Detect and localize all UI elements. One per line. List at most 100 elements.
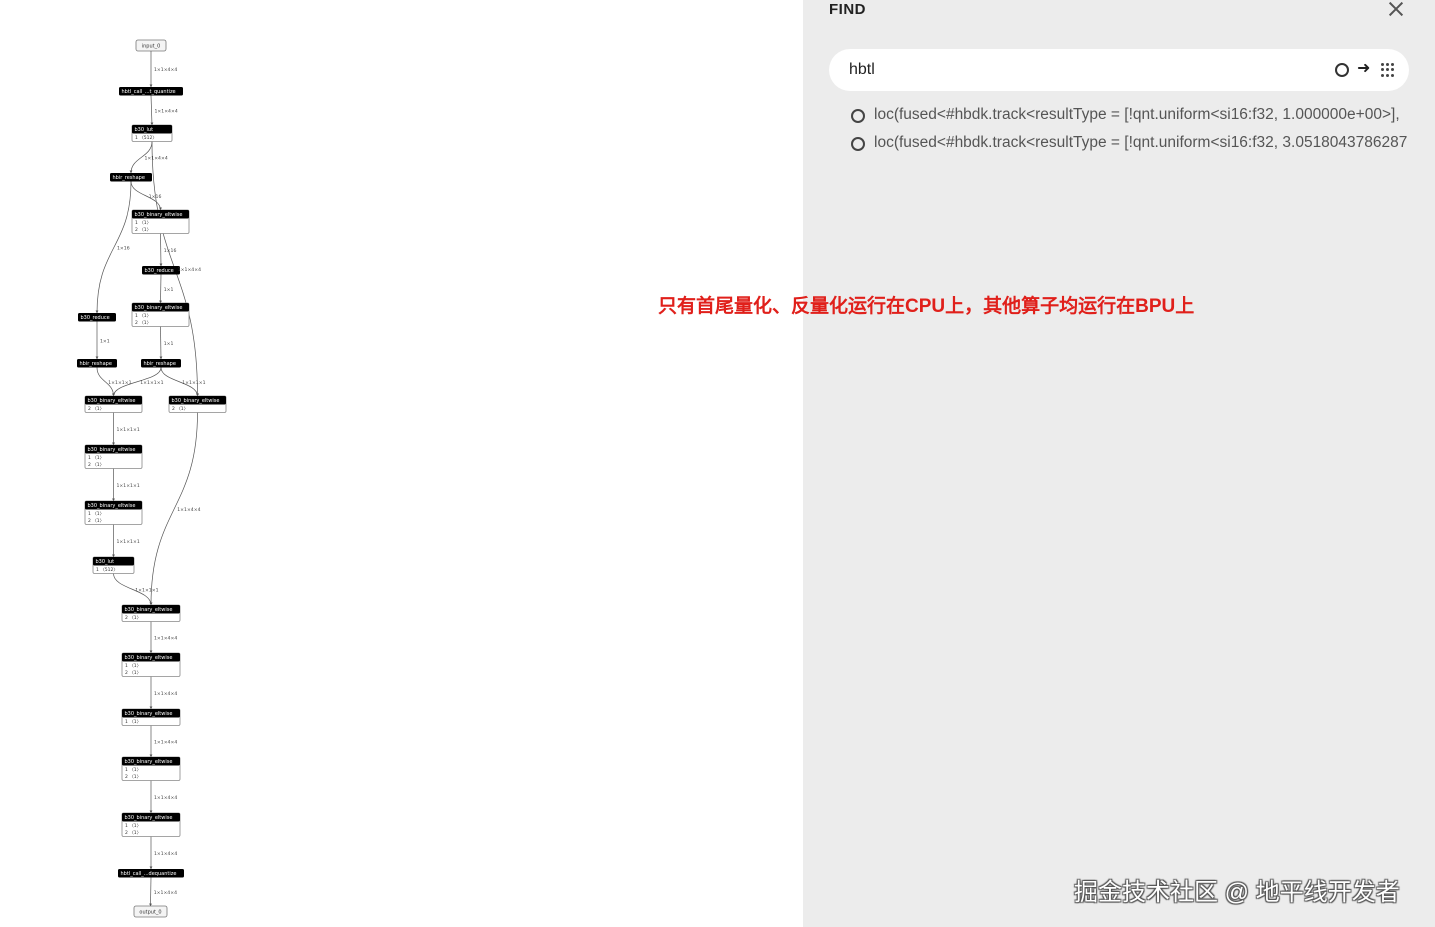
graph-node[interactable]: b30_binary_eltwise 2 〈1〉 bbox=[168, 395, 227, 413]
node-attribute: 2 〈1〉 bbox=[125, 670, 141, 676]
arrow-right-icon[interactable]: ➜ bbox=[1357, 58, 1370, 80]
graph-node[interactable]: hbtl_call_...t_quantize bbox=[119, 87, 183, 96]
graph-node[interactable]: b30_binary_eltwise 1 〈1〉2 〈1〉 bbox=[121, 652, 181, 677]
graph-edge bbox=[159, 326, 163, 360]
edge-shape-label: 1×1×1×1 bbox=[117, 483, 140, 489]
edge-shape-label: 1×16 bbox=[117, 245, 130, 251]
node-title: input_0 bbox=[142, 44, 161, 50]
node-title: b30_binary_eltwise bbox=[88, 398, 136, 404]
node-attribute: 1 〈1〉 bbox=[125, 663, 141, 669]
node-attribute: 2 〈1〉 bbox=[172, 406, 188, 412]
graph-node[interactable]: b30_reduce bbox=[78, 313, 116, 322]
edge-shape-label: 1×1×4×4 bbox=[178, 267, 201, 273]
search-result-item[interactable]: loc(fused<#hbdk.track<resultType = [!qnt… bbox=[850, 104, 1435, 132]
search-result-text: loc(fused<#hbdk.track<resultType = [!qnt… bbox=[874, 106, 1400, 123]
edge-shape-label: 1×1×1×1 bbox=[182, 380, 205, 386]
graph-node[interactable]: b30_lut 1 〈512〉 bbox=[131, 124, 173, 142]
find-panel-title: FIND bbox=[829, 1, 866, 18]
graph-node[interactable]: b30_binary_eltwise 1 〈1〉2 〈1〉 bbox=[84, 500, 143, 525]
edge-shape-label: 1×1×4×4 bbox=[145, 155, 168, 161]
edge-shape-label: 1×1×4×4 bbox=[154, 739, 177, 745]
search-input[interactable] bbox=[849, 58, 1289, 82]
edge-shape-label: 1×16 bbox=[164, 248, 177, 254]
node-title: b30_binary_eltwise bbox=[125, 815, 173, 821]
node-attribute: 1 〈1〉 bbox=[135, 220, 151, 226]
edge-shape-label: 1×1×4×4 bbox=[155, 108, 178, 114]
node-title: b30_reduce bbox=[145, 268, 174, 274]
node-title: b30_binary_eltwise bbox=[135, 212, 183, 218]
result-circle-icon bbox=[851, 109, 865, 123]
node-attribute: 1 〈1〉 bbox=[125, 823, 141, 829]
node-title: b30_binary_eltwise bbox=[125, 759, 173, 765]
node-title: b30_binary_eltwise bbox=[135, 305, 183, 311]
close-icon[interactable] bbox=[1385, 0, 1407, 20]
edge-shape-label: 1×1 bbox=[164, 341, 174, 347]
graph-node[interactable]: hbir_reshape bbox=[77, 359, 117, 368]
search-box: ➜ bbox=[829, 49, 1409, 91]
edge-shape-label: 1×1×1×1 bbox=[135, 587, 158, 593]
graph-edge bbox=[149, 877, 152, 907]
node-attribute: 1 〈1〉 bbox=[88, 455, 104, 461]
node-attribute: 1 〈1〉 bbox=[135, 313, 151, 319]
graph-node[interactable]: b30_reduce bbox=[142, 266, 180, 275]
find-panel: FIND ➜ loc(fused<#hbdk.track<resultType … bbox=[803, 0, 1435, 927]
graph-node[interactable]: b30_binary_eltwise 1 〈1〉2 〈1〉 bbox=[121, 756, 181, 781]
node-attribute: 2 〈1〉 bbox=[135, 320, 151, 326]
graph-node[interactable]: b30_binary_eltwise 1 〈1〉2 〈1〉 bbox=[84, 444, 143, 469]
search-result-item[interactable]: loc(fused<#hbdk.track<resultType = [!qnt… bbox=[850, 132, 1435, 160]
node-title: hbtl_call_...dequantize bbox=[121, 871, 177, 877]
node-title: b30_binary_eltwise bbox=[125, 711, 173, 717]
watermark-text: 掘金技术社区 @ 地平线开发者 bbox=[1074, 879, 1400, 906]
node-attribute: 2 〈1〉 bbox=[88, 406, 104, 412]
edge-shape-label: 1×1×1×1 bbox=[117, 427, 140, 433]
node-title: b30_binary_eltwise bbox=[88, 447, 136, 453]
node-title: b30_binary_eltwise bbox=[125, 607, 173, 613]
search-result-text: loc(fused<#hbdk.track<resultType = [!qnt… bbox=[874, 134, 1408, 151]
graph-input-node[interactable]: input_0 bbox=[135, 39, 167, 52]
edge-shape-label: 1×1 bbox=[100, 338, 110, 344]
edge-shape-label: 1×1×1×1 bbox=[108, 380, 131, 386]
graph-node[interactable]: hbtl_call_...dequantize bbox=[118, 869, 184, 878]
node-title: hbir_reshape bbox=[144, 361, 176, 367]
model-graph-canvas[interactable]: input_0 hbtl_call_...t_quantize b30_lut 1 〈… bbox=[0, 0, 800, 927]
node-title: output_0 bbox=[139, 910, 161, 916]
graph-edge bbox=[150, 95, 154, 126]
result-circle-icon bbox=[851, 137, 865, 151]
graph-node[interactable]: b30_binary_eltwise 1 〈1〉2 〈1〉 bbox=[131, 302, 190, 327]
node-title: b30_lut bbox=[135, 127, 154, 133]
edge-shape-label: 1×1×4×4 bbox=[154, 691, 177, 697]
edge-shape-label: 1×1×1×1 bbox=[140, 380, 163, 386]
edge-shape-label: 1×1×4×4 bbox=[154, 635, 177, 641]
node-title: b30_binary_eltwise bbox=[88, 503, 136, 509]
graph-output-node[interactable]: output_0 bbox=[133, 905, 168, 918]
graph-node[interactable]: b30_binary_eltwise 2 〈1〉 bbox=[84, 395, 143, 413]
node-title: b30_lut bbox=[96, 559, 115, 565]
node-attribute: 1 〈512〉 bbox=[96, 567, 118, 573]
match-node-toggle-icon[interactable] bbox=[1335, 63, 1349, 77]
node-attribute: 2 〈1〉 bbox=[135, 227, 151, 233]
search-results-list: loc(fused<#hbdk.track<resultType = [!qnt… bbox=[850, 104, 1435, 160]
node-title: hbir_reshape bbox=[113, 175, 145, 181]
graph-node[interactable]: b30_binary_eltwise 1 〈1〉2 〈1〉 bbox=[131, 209, 190, 234]
edge-shape-label: 1×1×4×4 bbox=[154, 890, 177, 896]
edge-shape-label: 1×16 bbox=[149, 194, 162, 200]
node-attribute: 2 〈1〉 bbox=[88, 518, 104, 524]
node-attribute: 1 〈512〉 bbox=[135, 135, 157, 141]
node-attribute: 2 〈1〉 bbox=[125, 774, 141, 780]
edge-shape-label: 1×1×4×4 bbox=[154, 851, 177, 857]
graph-node[interactable]: hbir_reshape bbox=[141, 359, 181, 368]
graph-node[interactable]: hbir_reshape bbox=[110, 173, 152, 182]
grid-icon[interactable] bbox=[1381, 63, 1395, 77]
node-title: b30_binary_eltwise bbox=[172, 398, 220, 404]
node-title: hbir_reshape bbox=[80, 361, 112, 367]
node-title: b30_reduce bbox=[81, 315, 110, 321]
graph-node[interactable]: b30_binary_eltwise 1 〈1〉 bbox=[121, 708, 181, 726]
node-attribute: 2 〈1〉 bbox=[88, 462, 104, 468]
edge-shape-label: 1×1×4×4 bbox=[154, 795, 177, 801]
edge-shape-label: 1×1×4×4 bbox=[177, 507, 200, 513]
graph-node[interactable]: b30_binary_eltwise 2 〈1〉 bbox=[121, 604, 181, 622]
node-attribute: 2 〈1〉 bbox=[125, 615, 141, 621]
graph-node[interactable]: b30_lut 1 〈512〉 bbox=[92, 556, 135, 574]
graph-node[interactable]: b30_binary_eltwise 1 〈1〉2 〈1〉 bbox=[121, 812, 181, 837]
graph-edge bbox=[159, 233, 163, 267]
